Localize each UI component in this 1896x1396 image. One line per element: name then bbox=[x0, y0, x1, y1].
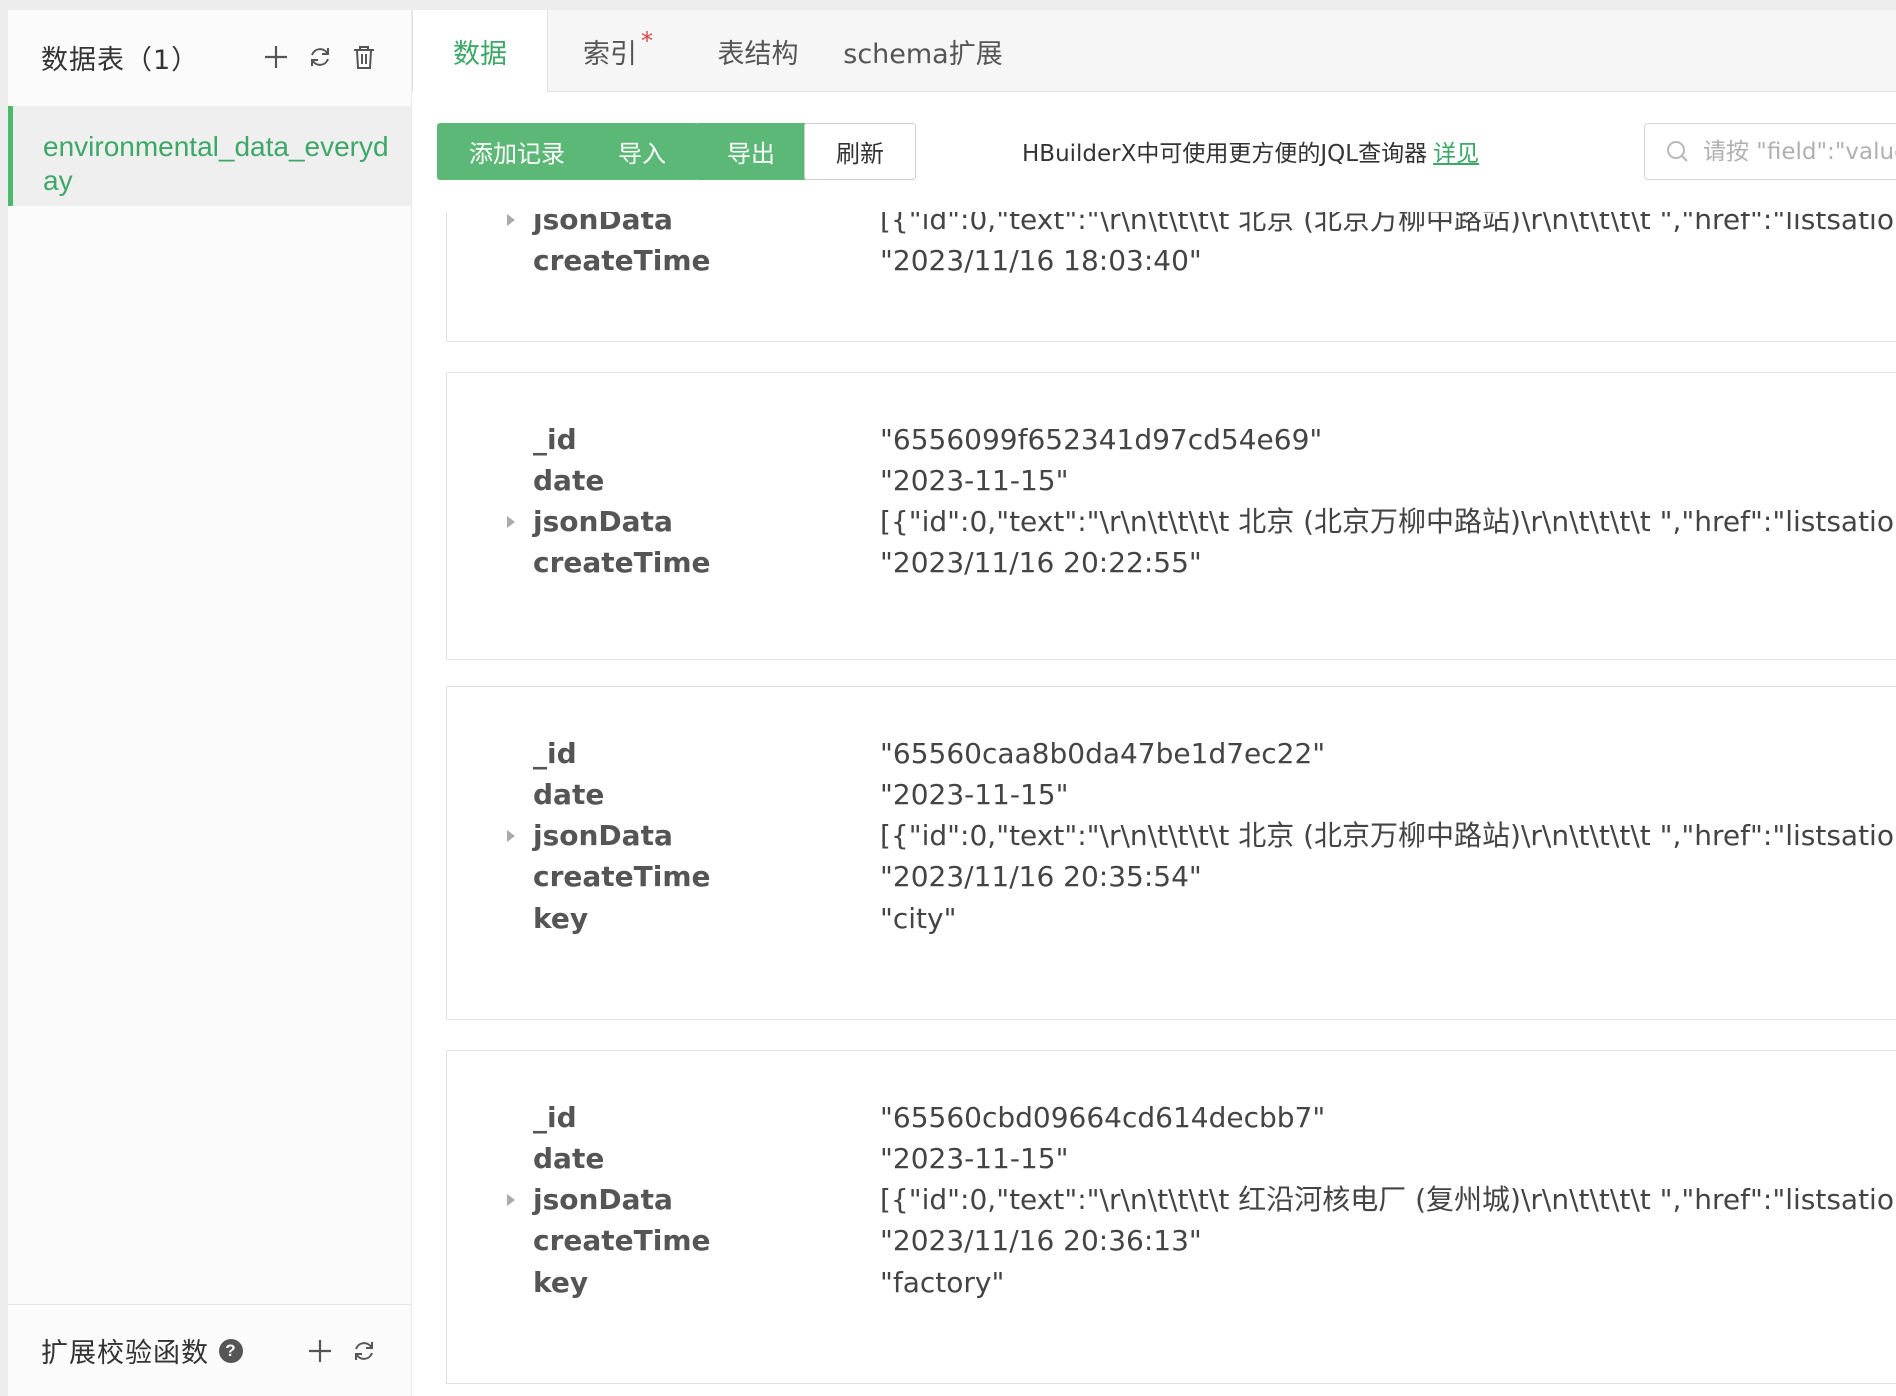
records-list: jsonData [{"id":0,"text":"\r\n\t\t\t\t 北… bbox=[412, 212, 1896, 1396]
tab-data[interactable]: 数据 bbox=[412, 10, 548, 93]
refresh-icon bbox=[355, 1341, 373, 1360]
help-icon[interactable]: ? bbox=[219, 1338, 243, 1363]
field-key: createTime bbox=[533, 546, 711, 579]
modified-indicator: * bbox=[641, 27, 653, 55]
field-value: "factory" bbox=[880, 1266, 1005, 1299]
field-key: key bbox=[533, 902, 589, 935]
search-input[interactable] bbox=[1703, 138, 1896, 165]
field-value: "2023/11/16 20:22:55" bbox=[880, 546, 1202, 579]
add-function-button[interactable] bbox=[305, 1336, 335, 1366]
search-box bbox=[1644, 123, 1896, 180]
field-key: key bbox=[533, 1266, 589, 1299]
jql-hint-link[interactable]: 详见 bbox=[1433, 141, 1479, 167]
validation-functions-title: 扩展校验函数 ? bbox=[41, 1331, 305, 1370]
record-field: key "factory" bbox=[447, 1258, 1896, 1308]
plus-icon bbox=[309, 1339, 331, 1362]
expand-caret-icon[interactable] bbox=[507, 516, 515, 528]
tab-index[interactable]: 索引 * bbox=[548, 10, 688, 92]
record-card: _id "65560cbd09664cd614decbb7" date "202… bbox=[446, 1050, 1896, 1384]
sidebar-header: 数据表（1） bbox=[8, 10, 411, 104]
record-card: _id "6556099f652341d97cd54e69" date "202… bbox=[446, 372, 1896, 660]
tab-index-label: 索引 bbox=[583, 38, 637, 70]
tab-structure[interactable]: 表结构 bbox=[688, 10, 828, 92]
jql-hint-text: HBuilderX中可使用更方便的JQL查询器 bbox=[1022, 141, 1428, 167]
validation-functions-label: 扩展校验函数 bbox=[41, 1338, 209, 1369]
plus-icon bbox=[265, 46, 287, 68]
sidebar-title: 数据表（1） bbox=[41, 44, 200, 76]
search-icon bbox=[1667, 140, 1688, 162]
expand-caret-icon[interactable] bbox=[507, 830, 515, 842]
toolbar: 添加记录 导入 导出 刷新 HBuilderX中可使用更方便的JQL查询器 详见 bbox=[412, 92, 1896, 212]
field-key: createTime bbox=[533, 244, 711, 277]
refresh-tables-button[interactable] bbox=[305, 42, 335, 72]
delete-table-button[interactable] bbox=[349, 42, 379, 72]
trash-icon bbox=[354, 46, 374, 69]
refresh-functions-button[interactable] bbox=[349, 1336, 379, 1366]
record-card: _id "65560caa8b0da47be1d7ec22" date "202… bbox=[446, 686, 1896, 1020]
record-field: createTime "2023/11/16 18:03:40" bbox=[447, 236, 1896, 286]
add-table-button[interactable] bbox=[261, 42, 291, 72]
sidebar-footer: 扩展校验函数 ? bbox=[8, 1304, 411, 1396]
sidebar: 数据表（1） environmental_data_everyday 扩展校验函… bbox=[8, 10, 412, 1396]
footer-actions bbox=[305, 1336, 379, 1366]
export-button[interactable]: 导出 bbox=[695, 123, 807, 180]
add-record-button[interactable]: 添加记录 bbox=[437, 123, 597, 180]
refresh-button[interactable]: 刷新 bbox=[804, 123, 916, 180]
sidebar-header-actions bbox=[261, 42, 379, 72]
import-button[interactable]: 导入 bbox=[586, 123, 698, 180]
tab-schema-extension[interactable]: schema扩展 bbox=[828, 10, 1018, 92]
tab-schema-extension-label: schema扩展 bbox=[843, 38, 1003, 70]
record-field: createTime "2023/11/16 20:22:55" bbox=[447, 538, 1896, 588]
expand-caret-icon[interactable] bbox=[507, 214, 515, 226]
sidebar-item-table[interactable]: environmental_data_everyday bbox=[8, 106, 411, 206]
record-field: key "city" bbox=[447, 894, 1896, 944]
refresh-icon bbox=[311, 48, 329, 66]
field-value: "city" bbox=[880, 902, 957, 935]
field-value: "2023/11/16 18:03:40" bbox=[880, 244, 1202, 277]
tab-structure-label: 表结构 bbox=[717, 38, 799, 70]
record-card: jsonData [{"id":0,"text":"\r\n\t\t\t\t 北… bbox=[446, 212, 1896, 342]
tab-data-label: 数据 bbox=[453, 39, 507, 70]
app-window: 数据表（1） environmental_data_everyday 扩展校验函… bbox=[8, 10, 1896, 1396]
main-panel: 数据 索引 * 表结构 schema扩展 添加记录 导入 导出 刷新 HBuild… bbox=[412, 10, 1896, 1396]
tab-bar: 数据 索引 * 表结构 schema扩展 bbox=[412, 10, 1896, 93]
expand-caret-icon[interactable] bbox=[507, 1194, 515, 1206]
jql-hint: HBuilderX中可使用更方便的JQL查询器 详见 bbox=[1022, 134, 1479, 168]
